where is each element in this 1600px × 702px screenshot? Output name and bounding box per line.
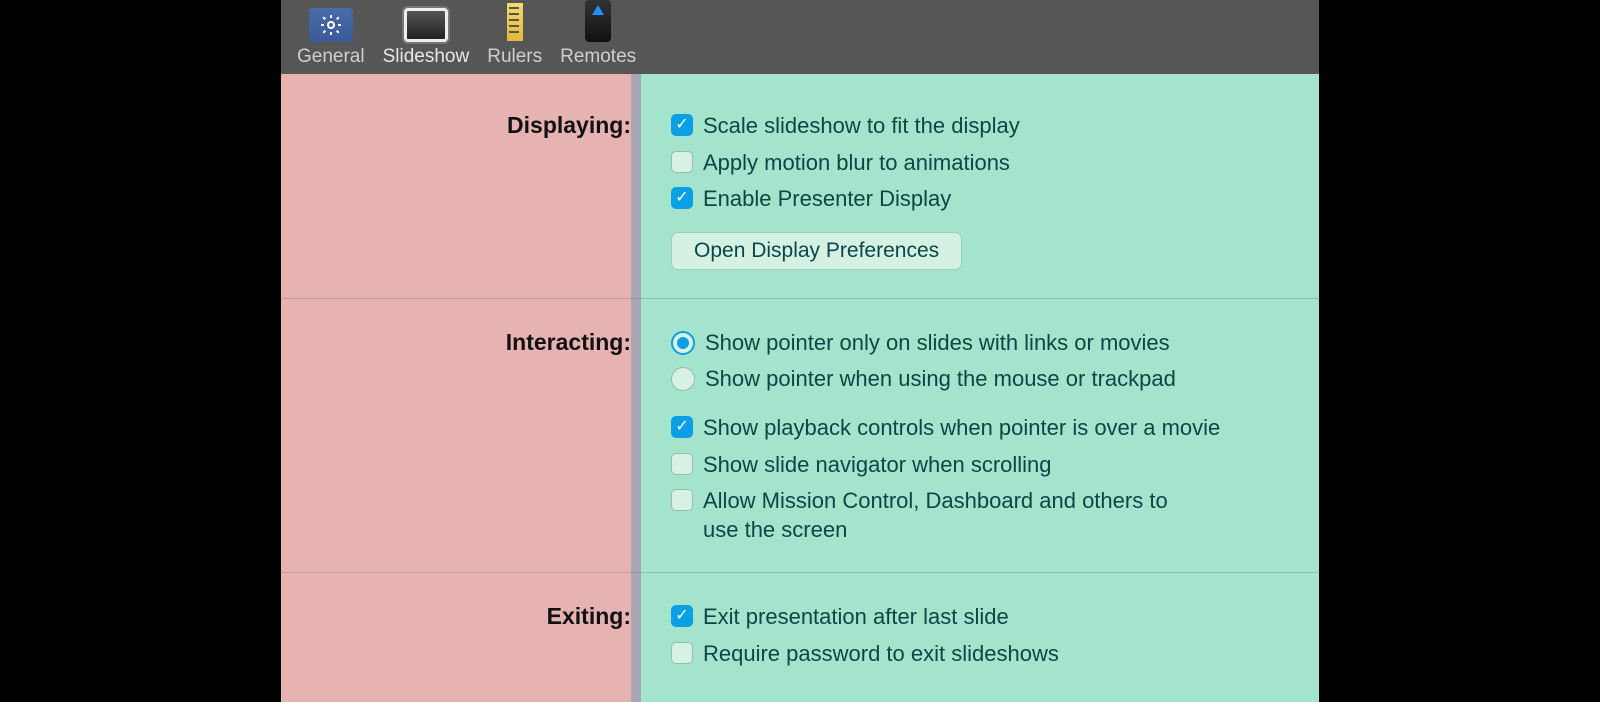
checkbox-motion-blur[interactable] xyxy=(671,151,693,173)
tab-general[interactable]: General xyxy=(291,8,371,68)
tab-slideshow[interactable]: Slideshow xyxy=(377,8,476,68)
option-label: Scale slideshow to fit the display xyxy=(703,112,1020,141)
tab-remotes[interactable]: Remotes xyxy=(554,0,642,68)
option-label: Apply motion blur to animations xyxy=(703,149,1010,178)
checkbox-playback-controls[interactable]: ✓ xyxy=(671,416,693,438)
option-label: Allow Mission Control, Dashboard and oth… xyxy=(703,487,1183,544)
checkbox-require-password[interactable] xyxy=(671,642,693,664)
section-label: Exiting: xyxy=(311,603,631,630)
option-label: Exit presentation after last slide xyxy=(703,603,1009,632)
checkbox-presenter-display[interactable]: ✓ xyxy=(671,187,693,209)
tab-label: Slideshow xyxy=(383,46,470,68)
preferences-body: Displaying: ✓ Scale slideshow to fit the… xyxy=(281,74,1319,702)
option-label: Enable Presenter Display xyxy=(703,185,951,214)
option-label: Require password to exit slideshows xyxy=(703,640,1059,669)
option-label: Show pointer when using the mouse or tra… xyxy=(705,365,1176,394)
open-display-preferences-button[interactable]: Open Display Preferences xyxy=(671,232,962,270)
checkbox-mission-control[interactable] xyxy=(671,489,693,511)
ruler-icon xyxy=(506,2,524,42)
radio-show-pointer-links[interactable] xyxy=(671,331,695,355)
section-exiting: Exiting: ✓ Exit presentation after last … xyxy=(281,572,1319,696)
checkbox-exit-after-last[interactable]: ✓ xyxy=(671,605,693,627)
radio-show-pointer-mouse[interactable] xyxy=(671,367,695,391)
tab-rulers[interactable]: Rulers xyxy=(481,2,548,68)
checkbox-slide-navigator[interactable] xyxy=(671,453,693,475)
option-label: Show playback controls when pointer is o… xyxy=(703,414,1220,443)
tab-label: Remotes xyxy=(560,46,636,68)
remote-icon xyxy=(585,0,611,42)
preferences-toolbar: General Slideshow Rulers Remotes xyxy=(281,0,1319,74)
tab-label: Rulers xyxy=(487,46,542,68)
section-interacting: Interacting: Show pointer only on slides… xyxy=(281,298,1319,573)
section-displaying: Displaying: ✓ Scale slideshow to fit the… xyxy=(281,112,1319,298)
section-label: Interacting: xyxy=(311,329,631,356)
preferences-window: General Slideshow Rulers Remotes xyxy=(281,0,1319,702)
option-label: Show slide navigator when scrolling xyxy=(703,451,1052,480)
tab-label: General xyxy=(297,46,365,68)
section-label: Displaying: xyxy=(311,112,631,139)
option-label: Show pointer only on slides with links o… xyxy=(705,329,1170,358)
checkbox-scale-slideshow[interactable]: ✓ xyxy=(671,114,693,136)
slideshow-icon xyxy=(404,8,448,42)
gear-icon xyxy=(309,8,353,42)
